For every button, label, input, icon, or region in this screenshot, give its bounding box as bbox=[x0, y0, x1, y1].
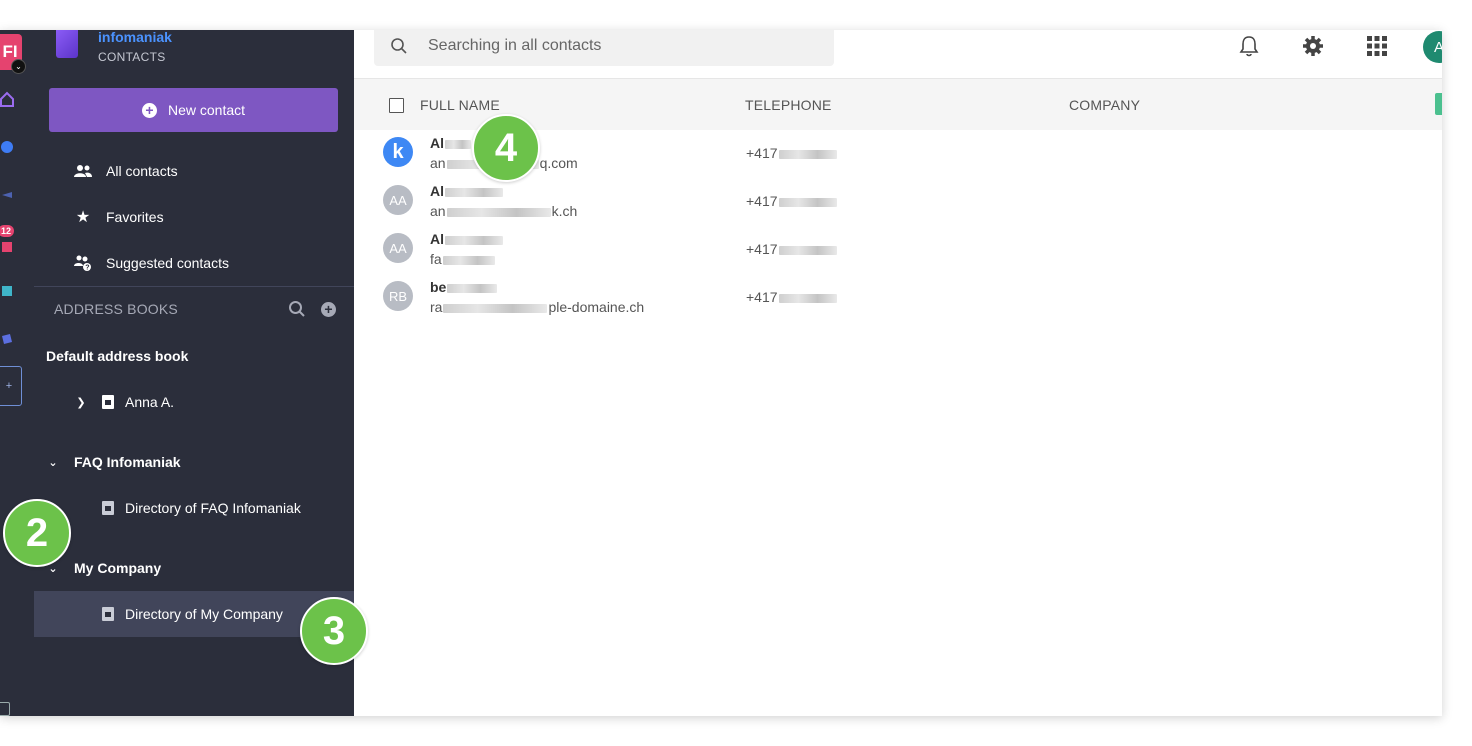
sidebar-item-favorites[interactable]: ★ Favorites bbox=[74, 205, 164, 229]
contact-email-suffix: k.ch bbox=[551, 203, 578, 219]
select-all-checkbox[interactable] bbox=[389, 98, 404, 113]
directory-icon bbox=[102, 607, 114, 621]
contact-card-icon bbox=[102, 395, 114, 409]
apps-grid-icon[interactable] bbox=[1365, 34, 1389, 58]
column-company[interactable]: COMPANY bbox=[1069, 97, 1140, 113]
contact-email: an bbox=[430, 155, 446, 171]
step-marker-3: 3 bbox=[300, 597, 368, 665]
directory-icon bbox=[102, 501, 114, 515]
account-switch-icon[interactable]: ⌄ bbox=[11, 59, 26, 74]
user-avatar[interactable]: A bbox=[1423, 31, 1442, 63]
tree-item-anna[interactable]: ❯ Anna A. bbox=[74, 390, 174, 414]
contact-name: Al bbox=[430, 231, 444, 247]
mail-badge: 12 bbox=[0, 225, 15, 237]
chevron-down-icon[interactable]: ⌄ bbox=[46, 456, 60, 469]
table-row[interactable]: AA Al fa +417 bbox=[354, 225, 1442, 273]
mail-icon[interactable] bbox=[0, 234, 22, 260]
contact-name: Al bbox=[430, 183, 444, 199]
brand-subtitle: CONTACTS bbox=[98, 50, 166, 64]
contact-phone: +417 bbox=[746, 289, 778, 305]
plus-circle-icon: + bbox=[141, 102, 157, 118]
column-settings-icon[interactable] bbox=[1435, 93, 1442, 115]
contacts-logo-icon bbox=[56, 30, 78, 58]
table-row[interactable]: AA Al an k.ch +417 bbox=[354, 177, 1442, 225]
step-marker-4: 4 bbox=[472, 114, 540, 182]
sidebar-divider bbox=[34, 286, 354, 287]
table-row[interactable]: RB be ra ple-domaine.ch +417 bbox=[354, 273, 1442, 321]
search-icon bbox=[390, 37, 408, 55]
new-contact-button[interactable]: + New contact bbox=[49, 88, 338, 132]
contact-email: fa bbox=[430, 251, 442, 267]
contact-email: ra bbox=[430, 299, 443, 315]
contact-email-suffix: ple-domaine.ch bbox=[548, 299, 645, 315]
step-marker-2: 2 bbox=[3, 499, 71, 567]
brand-name: infomaniak bbox=[98, 30, 172, 45]
default-address-book-label: Default address book bbox=[46, 348, 189, 364]
tree-item-directory-my-company[interactable]: Directory of My Company bbox=[102, 602, 283, 626]
product-rail: FI ⌄ 12 + bbox=[0, 30, 35, 716]
column-telephone[interactable]: TELEPHONE bbox=[745, 97, 832, 113]
contact-email-suffix: q.com bbox=[539, 155, 578, 171]
contact-phone: +417 bbox=[746, 145, 778, 161]
sidebar-item-all-contacts[interactable]: All contacts bbox=[74, 159, 178, 183]
address-books-label: ADDRESS BOOKS bbox=[54, 301, 178, 317]
people-icon bbox=[74, 162, 92, 180]
add-app-button[interactable]: + bbox=[0, 366, 22, 406]
avatar: AA bbox=[383, 233, 413, 263]
tree-item-directory-faq[interactable]: Directory of FAQ Infomaniak bbox=[102, 496, 301, 520]
brand[interactable]: infomaniak CONTACTS bbox=[56, 30, 172, 70]
column-full-name[interactable]: FULL NAME bbox=[420, 97, 500, 113]
bell-icon[interactable] bbox=[1237, 34, 1261, 58]
contact-phone: +417 bbox=[746, 241, 778, 257]
search-bar bbox=[374, 30, 834, 66]
drive-icon[interactable] bbox=[0, 134, 22, 160]
home-icon[interactable] bbox=[0, 86, 22, 112]
add-address-book-icon[interactable]: + bbox=[321, 302, 336, 317]
svg-text:?: ? bbox=[85, 265, 89, 271]
avatar: RB bbox=[383, 281, 413, 311]
kdrive-icon[interactable] bbox=[0, 326, 22, 352]
avatar: k bbox=[383, 137, 413, 167]
search-address-books-icon[interactable] bbox=[288, 300, 306, 318]
contact-name: be bbox=[430, 279, 447, 295]
star-icon: ★ bbox=[75, 209, 91, 226]
search-input[interactable] bbox=[426, 36, 810, 56]
sidebar-item-suggested-contacts[interactable]: ? Suggested contacts bbox=[74, 251, 229, 275]
contact-name: Al bbox=[430, 135, 444, 151]
chevron-right-icon[interactable]: ❯ bbox=[74, 396, 88, 409]
avatar: AA bbox=[383, 185, 413, 215]
device-icon[interactable] bbox=[0, 702, 10, 716]
contact-phone: +417 bbox=[746, 193, 778, 209]
contacts-app: FI ⌄ 12 + infomaniak CONTACTS + New cont… bbox=[0, 30, 1442, 716]
calendar-icon[interactable] bbox=[0, 278, 22, 304]
tree-item-faq-infomaniak[interactable]: ⌄ FAQ Infomaniak bbox=[46, 450, 180, 474]
layers-icon[interactable] bbox=[0, 182, 22, 208]
contact-email: an bbox=[430, 203, 446, 219]
suggested-people-icon: ? bbox=[74, 254, 92, 272]
gear-icon[interactable] bbox=[1301, 34, 1325, 58]
tree-item-my-company[interactable]: ⌄ My Company bbox=[46, 556, 161, 580]
